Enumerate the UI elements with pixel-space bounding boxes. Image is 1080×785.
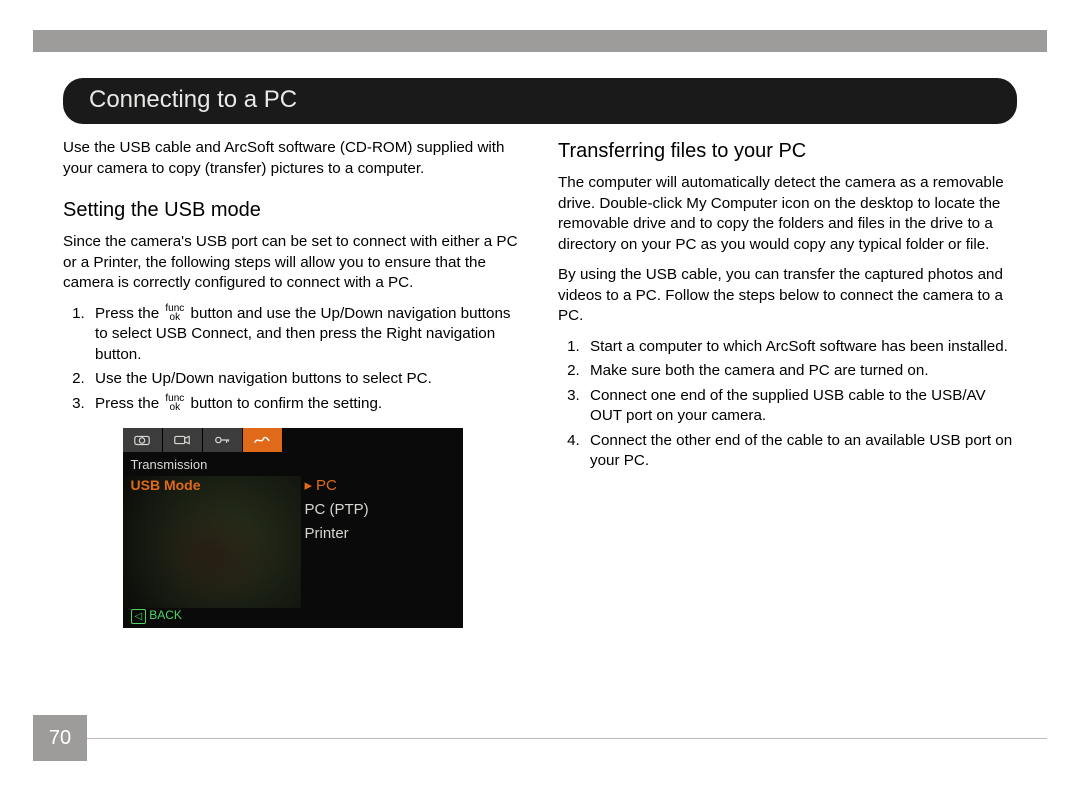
lcd-tab-connection-icon [243,428,283,452]
func-ok-icon: funcok [163,305,186,322]
func-ok-icon: funcok [163,395,186,412]
transfer-steps: Start a computer to which ArcSoft softwa… [558,337,1017,472]
two-column-layout: Use the USB cable and ArcSoft software (… [63,138,1017,628]
camera-lcd: Transmission USB Mode PC PC (PTP) Printe… [123,428,463,628]
transfer-paragraph-2: By using the USB cable, you can transfer… [558,265,1017,327]
lcd-section-label: Transmission [131,456,208,474]
step1-part-a: Press the [95,305,163,322]
step3-part-a: Press the [95,395,163,412]
footer-rule [87,738,1047,739]
usb-mode-paragraph: Since the camera's USB port can be set t… [63,232,522,294]
right-column: Transferring files to your PC The comput… [558,138,1017,628]
lcd-back-label: ◁BACK [131,607,182,625]
transfer-paragraph-1: The computer will automatically detect t… [558,173,1017,255]
list-item: Press the funcok button to confirm the s… [89,394,522,415]
lcd-tab-key-icon [203,428,243,452]
page-title: Connecting to a PC [63,78,1017,124]
lcd-options-list: PC PC (PTP) Printer [305,474,369,546]
lcd-background-photo [123,476,301,608]
list-item: Start a computer to which ArcSoft softwa… [584,337,1017,358]
lcd-menu-label: USB Mode [131,476,201,495]
list-item: Make sure both the camera and PC are tur… [584,361,1017,382]
list-item: Use the Up/Down navigation buttons to se… [89,369,522,390]
lcd-tab-camera-icon [123,428,163,452]
lcd-tab-row [123,428,463,452]
step3-part-b: button to confirm the setting. [186,395,382,412]
heading-transferring: Transferring files to your PC [558,138,1017,165]
page-content: Connecting to a PC Use the USB cable and… [33,52,1047,785]
heading-usb-mode: Setting the USB mode [63,197,522,224]
lcd-option-selected: PC [305,474,369,498]
lcd-option: PC (PTP) [305,498,369,522]
list-item: Connect the other end of the cable to an… [584,431,1017,472]
usb-mode-steps: Press the funcok button and use the Up/D… [63,304,522,415]
lcd-tab-video-icon [163,428,203,452]
page-number: 70 [33,715,87,761]
camera-lcd-screenshot: Transmission USB Mode PC PC (PTP) Printe… [63,428,522,628]
lcd-option: Printer [305,522,369,546]
left-column: Use the USB cable and ArcSoft software (… [63,138,522,628]
top-gray-bar [33,30,1047,52]
list-item: Connect one end of the supplied USB cabl… [584,386,1017,427]
intro-paragraph: Use the USB cable and ArcSoft software (… [63,138,522,179]
lcd-back-key-icon: ◁ [131,609,147,625]
list-item: Press the funcok button and use the Up/D… [89,304,522,366]
